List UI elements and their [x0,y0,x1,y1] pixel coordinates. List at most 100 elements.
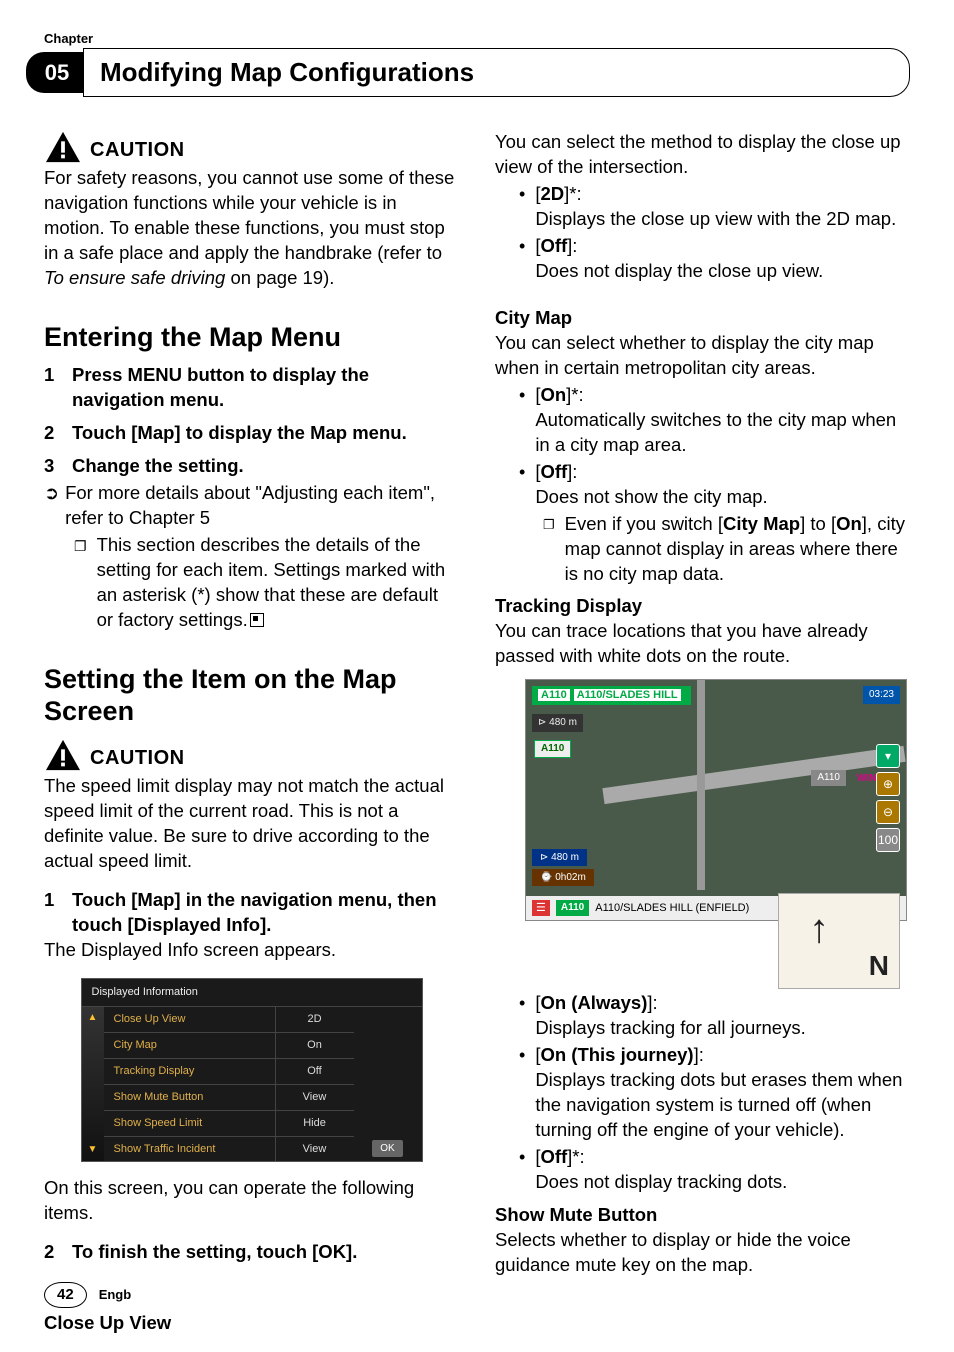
option-desc: Automatically switches to the city map w… [535,409,896,455]
caution-body-2: The speed limit display may not match th… [44,774,459,874]
step-num: 2 [44,421,58,446]
option-on-always: • [On (Always)]: Displays tracking for a… [519,991,910,1041]
ui-row: Show Mute ButtonView [104,1084,354,1110]
city-map-options: • [On]*: Automatically switches to the c… [495,383,910,510]
option-on-journey: • [On (This journey)]: Displays tracking… [519,1043,910,1143]
mute-intro: Selects whether to display or hide the v… [495,1228,910,1278]
step-body: Change the setting. [72,454,244,479]
tracking-options: • [On (Always)]: Displays tracking for a… [495,991,910,1195]
chapter-number: 05 [26,52,84,94]
caution-icon [44,130,82,164]
step-body: Press MENU button to display the navigat… [72,363,459,413]
map-distance: ⊳ 480 m [532,849,587,867]
ui-ok-wrap: OK [354,1007,422,1161]
option-off: • [Off]: Does not display the close up v… [519,234,910,284]
step-num: 1 [44,888,58,938]
map-scale-icon: 100 [876,828,900,852]
tracking-heading: Tracking Display [495,594,910,619]
ui-row-label: Close Up View [104,1007,275,1032]
arrow-icon: ➲ [44,481,59,531]
caution-label: CAUTION [90,745,185,772]
ui-row: Tracking DisplayOff [104,1058,354,1084]
option-label: On [540,384,566,405]
map-scale-info: ⊳ 480 m [532,714,583,732]
ui-ok-button: OK [372,1140,402,1158]
page-footer: 42 Engb [44,1282,131,1308]
ui-row: Show Traffic IncidentView [104,1136,354,1162]
ui-row-label: Tracking Display [104,1059,275,1084]
step-num: 1 [44,363,58,413]
chapter-label: Chapter [44,30,93,48]
ui-row-value: View [275,1137,354,1162]
ui-row-value: Hide [275,1111,354,1136]
map-road-text: A110/SLADES HILL (ENFIELD) [595,901,749,916]
see-also: ➲ For more details about "Adjusting each… [44,481,459,531]
step-3: 3 Change the setting. [44,454,459,479]
step-2: 2 Touch [Map] to display the Map menu. [44,421,459,446]
chapter-title: Modifying Map Configurations [100,57,474,87]
ui-row: City MapOn [104,1032,354,1058]
step-4-result: The Displayed Info screen appears. [44,938,459,963]
option-off: • [Off]*: Does not display tracking dots… [519,1145,910,1195]
bullet-icon: • [519,991,525,1041]
ui-row-value: On [275,1033,354,1058]
note-icon: ❐ [543,516,555,587]
option-label: Off [540,235,567,256]
ui-rows: Close Up View2D City MapOn Tracking Disp… [104,1007,354,1161]
option-label: On (This journey) [540,1044,693,1065]
step-4: 1 Touch [Map] in the navigation menu, th… [44,888,459,938]
map-time: 03:23 [863,686,900,704]
direction-arrow-icon: ↑ [809,902,829,956]
end-marker-icon [250,613,264,627]
page-number: 42 [44,1282,87,1308]
option-suffix: ]: [567,235,577,256]
lang-label: Engb [99,1286,132,1304]
ui-row-label: Show Mute Button [104,1085,275,1110]
bullet-icon: • [519,1043,525,1143]
option-label: On (Always) [540,992,647,1013]
ui-row: Close Up View2D [104,1007,354,1032]
ui-row-label: Show Speed Limit [104,1111,275,1136]
bullet-icon: • [519,383,525,458]
note-item: ❐ This section describes the details of … [74,533,459,633]
city-map-heading: City Map [495,306,910,331]
caution-heading: CAUTION [44,130,459,164]
map-road-badge: A110 [534,740,571,758]
ui-title: Displayed Information [82,979,422,1007]
map-screenshot: A110A110/SLADES HILL 03:23 ⊳ 480 m A110 … [525,679,907,921]
note-text: This section describes the details of th… [97,533,459,633]
option-desc: Does not display tracking dots. [535,1171,787,1192]
caution-text-a: For safety reasons, you cannot use some … [44,167,454,263]
bullet-icon: • [519,460,525,510]
step-5: 2 To finish the setting, touch [OK]. [44,1240,459,1265]
bullet-icon: • [519,234,525,284]
caution-text-italic: To ensure safe driving [44,267,225,288]
map-road-tag: A110 [556,900,589,916]
bullet-icon: • [519,1145,525,1195]
option-suffix: ]*: [566,384,583,405]
option-suffix: ]: [647,992,657,1013]
option-desc: Does not display the close up view. [535,260,823,281]
ui-row-label: Show Traffic Incident [104,1137,275,1162]
note-text: Even if you switch [City Map] to [On], c… [565,512,910,587]
ui-row-value: View [275,1085,354,1110]
caution-text-b: on page 19). [225,267,334,288]
step-num: 2 [44,1240,58,1265]
city-map-note: ❐ Even if you switch [City Map] to [On],… [543,512,910,587]
map-zoom-in-icon: ⊕ [876,772,900,796]
ui-row: Show Speed LimitHide [104,1110,354,1136]
option-desc: Displays the close up view with the 2D m… [535,208,896,229]
option-label: 2D [540,183,564,204]
option-label: Off [540,1146,567,1167]
after-ui-text: On this screen, you can operate the foll… [44,1176,459,1226]
map-mode-icon: ☰ [532,900,550,917]
ui-row-value: Off [275,1059,354,1084]
close-up-intro: You can select the method to display the… [495,130,910,180]
map-zoom-out-icon: ⊖ [876,800,900,824]
right-column: You can select the method to display the… [495,130,910,1336]
mute-heading: Show Mute Button [495,1203,910,1228]
option-desc: Does not show the city map. [535,486,767,507]
map-road-icon [697,680,705,890]
map-road-name: A110 [811,770,846,786]
option-2d: • [2D]*: Displays the close up view with… [519,182,910,232]
